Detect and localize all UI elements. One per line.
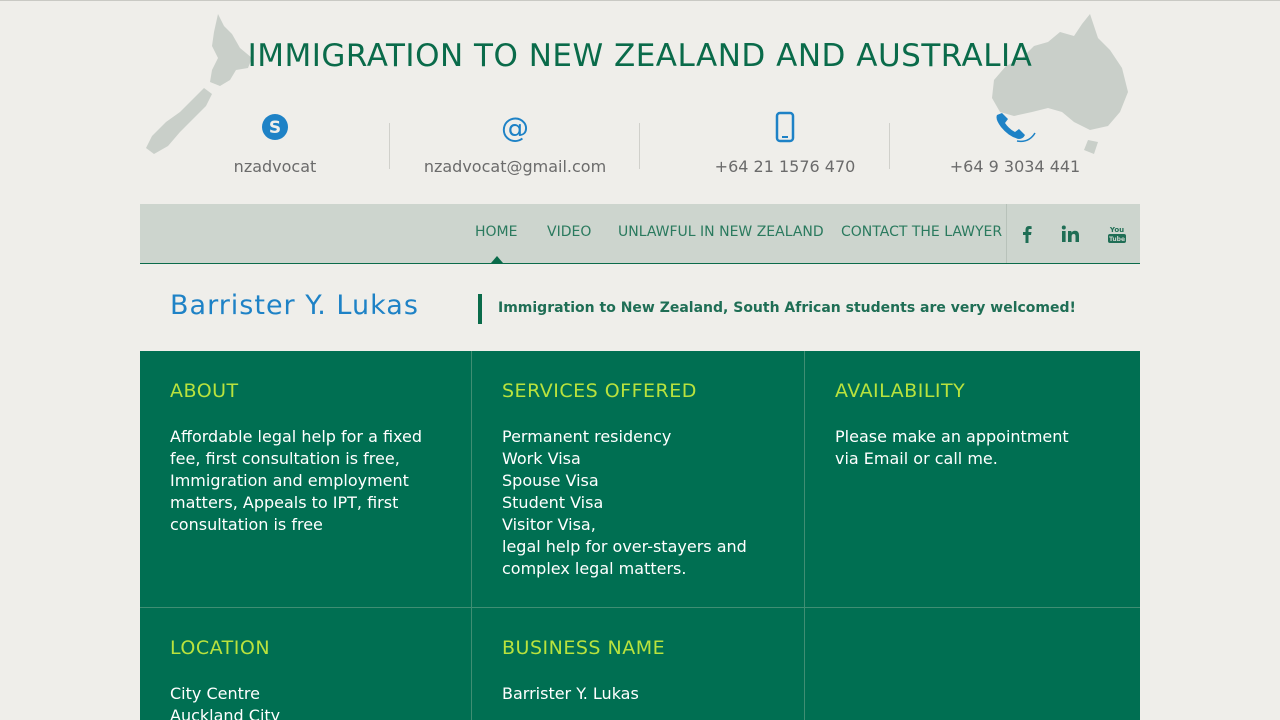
service-item: legal help for over-stayers and complex … [502,537,747,578]
about-text: Affordable legal help for a fixed fee, f… [170,427,423,534]
location-line: City Centre [170,684,260,703]
phone-handset-icon [996,113,1036,143]
availability-text: Please make an appointment via Email or … [835,427,1069,468]
service-item: Visitor Visa, [502,515,596,534]
landline-number: +64 9 3034 441 [949,157,1081,176]
skype-icon: S [262,114,288,140]
about-section: ABOUT Affordable legal help for a fixed … [170,380,450,536]
at-icon: @ [501,111,529,143]
svg-text:You: You [1109,226,1124,234]
service-item: Student Visa [502,493,604,512]
contact-landline[interactable]: +64 9 3034 441 [890,105,1140,185]
location-section: LOCATION City Centre Auckland City [170,637,280,720]
contact-mobile[interactable]: +64 21 1576 470 [660,105,910,185]
grid-divider [471,351,472,720]
contact-divider [639,123,640,169]
nav-divider [1006,204,1007,263]
svg-text:Tube: Tube [1109,236,1125,243]
active-nav-indicator [491,256,503,263]
services-section: SERVICES OFFERED Permanent residency Wor… [502,380,762,580]
nav-item-home[interactable]: HOME [475,224,517,240]
nav-item-contact[interactable]: CONTACT THE LAWYER [841,224,1002,240]
business-section: BUSINESS NAME Barrister Y. Lukas [502,637,665,705]
contact-bar: S nzadvocat @ nzadvocat@gmail.com +64 21… [150,105,1140,185]
business-heading: BUSINESS NAME [502,637,666,659]
availability-heading: AVAILABILITY [835,380,966,402]
nav-item-video[interactable]: VIDEO [547,224,591,240]
main-nav: HOME VIDEO UNLAWFUL IN NEW ZEALAND CONTA… [140,204,1140,264]
service-item: Permanent residency [502,427,672,446]
info-grid: ABOUT Affordable legal help for a fixed … [140,351,1140,720]
mobile-phone-icon [775,111,795,143]
mobile-number: +64 21 1576 470 [714,157,856,176]
location-heading: LOCATION [170,637,271,659]
svg-text:@: @ [501,111,529,143]
youtube-icon[interactable]: You Tube [1105,222,1129,246]
availability-section: AVAILABILITY Please make an appointment … [835,380,1095,470]
site-title: IMMIGRATION TO NEW ZEALAND AND AUSTRALIA [247,38,1033,74]
location-line: Auckland City [170,706,281,720]
page-container: IMMIGRATION TO NEW ZEALAND AND AUSTRALIA… [140,0,1140,720]
service-item: Work Visa [502,449,581,468]
about-heading: ABOUT [170,380,239,402]
business-name: Barrister Y. Lukas [502,684,639,703]
grid-divider [804,351,805,720]
svg-text:S: S [269,118,281,138]
nav-item-unlawful[interactable]: UNLAWFUL IN NEW ZEALAND [618,224,824,240]
skype-handle: nzadvocat [233,157,317,176]
contact-skype[interactable]: S nzadvocat [150,105,400,185]
tagline-accent-bar [478,294,482,324]
grid-divider [140,607,1140,608]
lawyer-name: Barrister Y. Lukas [170,290,419,321]
email-address: nzadvocat@gmail.com [423,157,607,176]
tagline: Immigration to New Zealand, South Africa… [498,300,1076,316]
services-heading: SERVICES OFFERED [502,380,697,402]
linkedin-icon[interactable] [1059,222,1083,246]
facebook-icon[interactable] [1015,222,1039,246]
contact-email[interactable]: @ nzadvocat@gmail.com [390,105,640,185]
service-item: Spouse Visa [502,471,599,490]
